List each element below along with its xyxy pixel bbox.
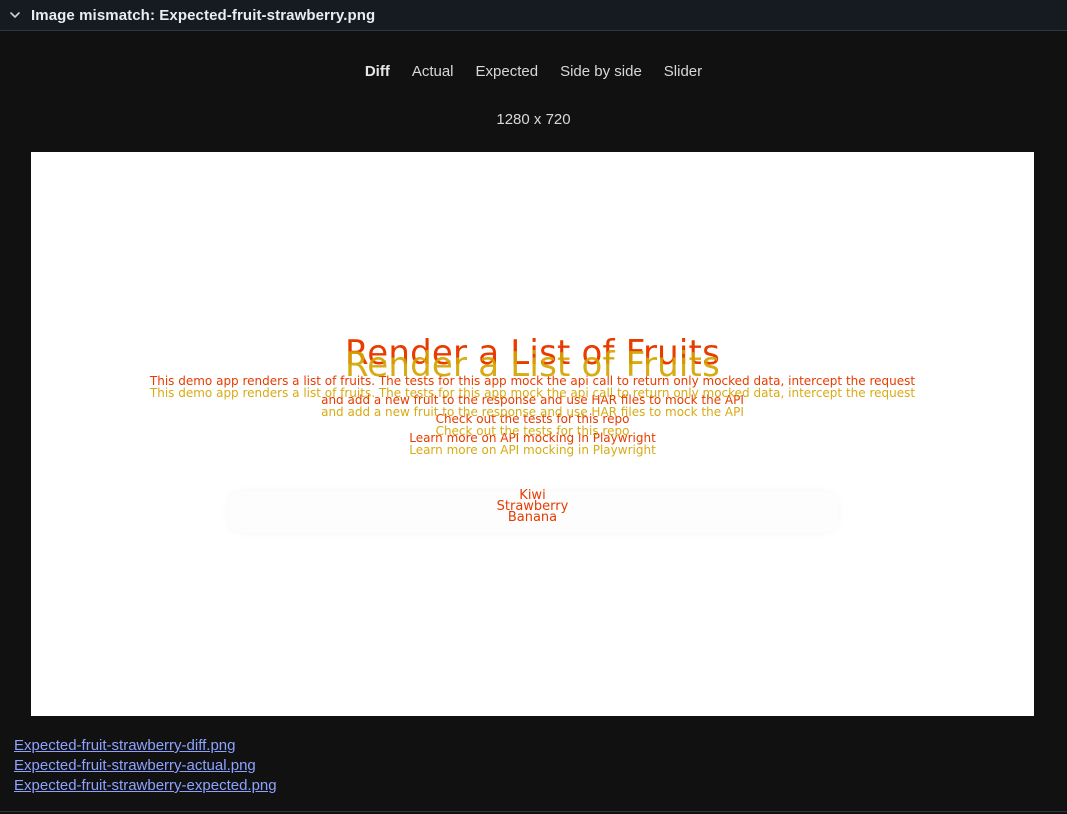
tab-diff[interactable]: Diff: [354, 60, 401, 84]
image-dimensions: 1280 x 720: [496, 111, 571, 128]
diff-title-actual: Render a List of Fruits: [344, 345, 720, 385]
diff-link-tests-actual: Check out the tests for this repo: [435, 424, 630, 438]
diff-layer-actual: Render a List of Fruits This demo app re…: [31, 348, 1034, 456]
diff-fruit-list: Kiwi Strawberry Banana: [31, 489, 1034, 525]
diff-paragraph-line1-actual: This demo app renders a list of fruits. …: [149, 386, 916, 400]
attachment-header[interactable]: Image mismatch: Expected-fruit-strawberr…: [0, 0, 1067, 31]
diff-link-api-actual: Learn more on API mocking in Playwright: [409, 443, 656, 457]
link-expected-png[interactable]: Expected-fruit-strawberry-expected.png: [14, 776, 277, 796]
tab-side-by-side[interactable]: Side by side: [549, 60, 653, 84]
link-actual-png[interactable]: Expected-fruit-strawberry-actual.png: [14, 756, 277, 776]
link-diff-png[interactable]: Expected-fruit-strawberry-diff.png: [14, 736, 277, 756]
attachment-title: Image mismatch: Expected-fruit-strawberr…: [31, 6, 376, 24]
fruit-item-banana: Banana: [507, 510, 558, 525]
attachment-links: Expected-fruit-strawberry-diff.png Expec…: [14, 736, 277, 796]
footer-divider: [0, 811, 1067, 812]
image-view-tabs: Diff Actual Expected Side by side Slider: [0, 60, 1067, 84]
chevron-down-icon[interactable]: [8, 8, 22, 22]
tab-slider[interactable]: Slider: [653, 60, 713, 84]
diff-image: Render a List of Fruits This demo app re…: [31, 152, 1034, 716]
tab-actual[interactable]: Actual: [401, 60, 465, 84]
tab-expected[interactable]: Expected: [465, 60, 550, 84]
diff-paragraph-line2-actual: and add a new fruit to the response and …: [321, 405, 744, 419]
